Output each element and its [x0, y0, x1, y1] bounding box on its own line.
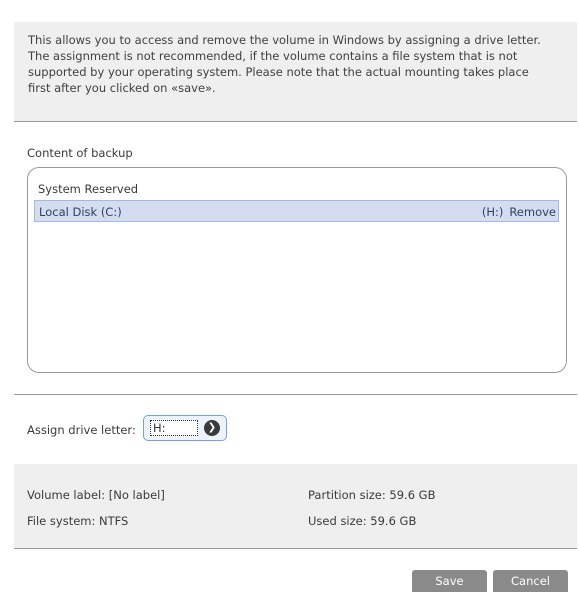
- remove-link[interactable]: Remove: [509, 205, 556, 219]
- volume-name: Local Disk (C:): [39, 205, 122, 219]
- volume-label-row: Volume label: [No label]: [27, 488, 165, 502]
- list-item-system-reserved[interactable]: System Reserved: [34, 178, 559, 200]
- used-size-value: 59.6 GB: [370, 514, 417, 528]
- volume-label-value: [No label]: [108, 488, 165, 502]
- info-line-1: This allows you to access and remove the…: [28, 33, 541, 47]
- partition-size-key: Partition size:: [308, 488, 386, 502]
- file-system-value: NTFS: [99, 514, 129, 528]
- info-line-4: first after you clicked on «save».: [28, 81, 216, 95]
- info-panel: This allows you to access and remove the…: [14, 22, 577, 122]
- partition-size-row: Partition size: 59.6 GB: [308, 488, 435, 502]
- file-system-key: File system:: [27, 514, 96, 528]
- list-item-local-disk[interactable]: Local Disk (C:) (H:) Remove: [34, 200, 559, 222]
- assigned-letter: (H:): [481, 205, 504, 219]
- details-panel: Volume label: [No label] File system: NT…: [14, 464, 577, 549]
- info-line-2: The assignment is not recommended, if th…: [28, 49, 518, 63]
- content-of-backup-label: Content of backup: [27, 146, 133, 160]
- save-button[interactable]: Save: [412, 570, 487, 592]
- volume-label-key: Volume label:: [27, 488, 106, 502]
- file-system-row: File system: NTFS: [27, 514, 128, 528]
- used-size-key: Used size:: [308, 514, 367, 528]
- drive-letter-value[interactable]: H:: [150, 420, 198, 436]
- info-text: This allows you to access and remove the…: [28, 32, 565, 96]
- partition-size-value: 59.6 GB: [389, 488, 436, 502]
- divider: [14, 394, 577, 395]
- chevron-right-icon[interactable]: ❯: [204, 420, 220, 436]
- volume-actions: (H:) Remove: [482, 201, 556, 223]
- volume-name: System Reserved: [38, 182, 139, 196]
- cancel-button[interactable]: Cancel: [493, 570, 568, 592]
- volume-list[interactable]: System Reserved Local Disk (C:) (H:) Remo…: [27, 167, 567, 373]
- info-line-3: supported by your operating system. Plea…: [28, 65, 529, 79]
- used-size-row: Used size: 59.6 GB: [308, 514, 416, 528]
- assign-drive-letter-label: Assign drive letter:: [27, 423, 136, 437]
- drive-letter-select[interactable]: H: ❯: [143, 415, 227, 441]
